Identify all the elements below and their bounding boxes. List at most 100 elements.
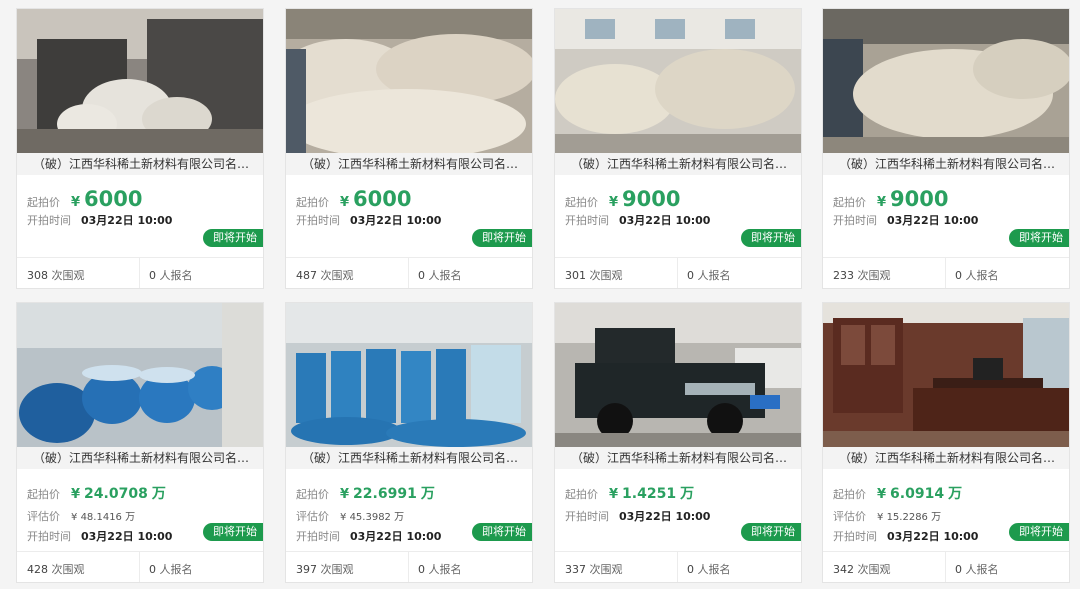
lot-title[interactable]: （破）江西华科稀土新材料有限公司名… [555, 447, 801, 469]
auction-card[interactable]: （破）江西华科稀土新材料有限公司名… 起拍价 ¥6000 开拍时间 03月22日 1… [285, 8, 533, 289]
start-time-label: 开拍时间 [27, 530, 71, 543]
footer-divider [139, 552, 140, 582]
status-badge: 即将开始 [203, 229, 263, 247]
footer-divider [945, 258, 946, 288]
view-count: 337 次围观 [565, 563, 623, 576]
status-badge: 即将开始 [741, 523, 801, 541]
card-footer: 233 次围观 0 人报名 [823, 257, 1069, 288]
status-badge: 即将开始 [203, 523, 263, 541]
lot-title[interactable]: （破）江西华科稀土新材料有限公司名… [555, 153, 801, 175]
footer-divider [408, 552, 409, 582]
start-price: ¥9000 [877, 187, 949, 211]
start-time: 03月22日 10:00 [887, 530, 979, 543]
lot-title[interactable]: （破）江西华科稀土新材料有限公司名… [286, 153, 532, 175]
card-footer: 308 次围观 0 人报名 [17, 257, 263, 288]
auction-card[interactable]: （破）江西华科稀土新材料有限公司名… 起拍价 ¥1.4251 万 开拍时间 03月22… [554, 302, 802, 583]
start-price-label: 起拍价 [296, 196, 329, 209]
card-footer: 337 次围观 0 人报名 [555, 551, 801, 582]
signup-count: 0 人报名 [955, 563, 999, 576]
lot-photo[interactable] [286, 303, 532, 447]
start-price: ¥24.0708 万 [71, 486, 166, 502]
card-footer: 342 次围观 0 人报名 [823, 551, 1069, 582]
lot-photo[interactable] [823, 9, 1069, 153]
start-price-label: 起拍价 [833, 196, 866, 209]
start-time-label: 开拍时间 [833, 214, 877, 227]
valuation-label: 评估价 [833, 510, 866, 523]
valuation: ¥ 15.2286 万 [877, 512, 942, 523]
view-count: 397 次围观 [296, 563, 354, 576]
start-time: 03月22日 10:00 [619, 510, 711, 523]
lot-photo[interactable] [823, 303, 1069, 447]
auction-card[interactable]: （破）江西华科稀土新材料有限公司名… 起拍价 ¥24.0708 万 评估价 ¥ 48.… [16, 302, 264, 583]
lot-title[interactable]: （破）江西华科稀土新材料有限公司名… [823, 153, 1069, 175]
valuation: ¥ 45.3982 万 [340, 512, 405, 523]
start-price-label: 起拍价 [833, 488, 866, 501]
signup-count: 0 人报名 [687, 269, 731, 282]
valuation-label: 评估价 [296, 510, 329, 523]
card-footer: 301 次围观 0 人报名 [555, 257, 801, 288]
lot-title[interactable]: （破）江西华科稀土新材料有限公司名… [17, 153, 263, 175]
auction-card[interactable]: （破）江西华科稀土新材料有限公司名… 起拍价 ¥22.6991 万 评估价 ¥ 45.… [285, 302, 533, 583]
status-badge: 即将开始 [741, 229, 801, 247]
start-time-label: 开拍时间 [565, 214, 609, 227]
lot-photo[interactable] [555, 9, 801, 153]
signup-count: 0 人报名 [687, 563, 731, 576]
view-count: 342 次围观 [833, 563, 891, 576]
start-price: ¥6000 [340, 187, 412, 211]
lot-photo[interactable] [17, 9, 263, 153]
lot-title[interactable]: （破）江西华科稀土新材料有限公司名… [823, 447, 1069, 469]
start-price-label: 起拍价 [565, 488, 598, 501]
footer-divider [408, 258, 409, 288]
start-price: ¥22.6991 万 [340, 486, 435, 502]
view-count: 428 次围观 [27, 563, 85, 576]
footer-divider [677, 258, 678, 288]
start-time-label: 开拍时间 [296, 214, 340, 227]
view-count: 308 次围观 [27, 269, 85, 282]
start-price-label: 起拍价 [296, 488, 329, 501]
lot-photo[interactable] [286, 9, 532, 153]
start-price-label: 起拍价 [565, 196, 598, 209]
lot-photo[interactable] [555, 303, 801, 447]
start-price: ¥6.0914 万 [877, 486, 963, 502]
footer-divider [139, 258, 140, 288]
view-count: 487 次围观 [296, 269, 354, 282]
signup-count: 0 人报名 [418, 269, 462, 282]
lot-title[interactable]: （破）江西华科稀土新材料有限公司名… [286, 447, 532, 469]
start-price: ¥9000 [609, 187, 681, 211]
start-time-label: 开拍时间 [565, 510, 609, 523]
view-count: 301 次围观 [565, 269, 623, 282]
auction-card[interactable]: （破）江西华科稀土新材料有限公司名… 起拍价 ¥9000 开拍时间 03月22日 1… [554, 8, 802, 289]
start-time: 03月22日 10:00 [81, 214, 173, 227]
start-price: ¥1.4251 万 [609, 486, 695, 502]
status-badge: 即将开始 [1009, 229, 1069, 247]
status-badge: 即将开始 [1009, 523, 1069, 541]
valuation-label: 评估价 [27, 510, 60, 523]
start-time-label: 开拍时间 [27, 214, 71, 227]
start-time: 03月22日 10:00 [350, 530, 442, 543]
start-price-label: 起拍价 [27, 488, 60, 501]
card-footer: 487 次围观 0 人报名 [286, 257, 532, 288]
signup-count: 0 人报名 [955, 269, 999, 282]
start-price: ¥6000 [71, 187, 143, 211]
auction-card[interactable]: （破）江西华科稀土新材料有限公司名… 起拍价 ¥9000 开拍时间 03月22日 1… [822, 8, 1070, 289]
signup-count: 0 人报名 [149, 563, 193, 576]
status-badge: 即将开始 [472, 523, 532, 541]
lot-photo[interactable] [17, 303, 263, 447]
view-count: 233 次围观 [833, 269, 891, 282]
footer-divider [677, 552, 678, 582]
footer-divider [945, 552, 946, 582]
start-time-label: 开拍时间 [296, 530, 340, 543]
start-time: 03月22日 10:00 [350, 214, 442, 227]
card-footer: 397 次围观 0 人报名 [286, 551, 532, 582]
lot-title[interactable]: （破）江西华科稀土新材料有限公司名… [17, 447, 263, 469]
start-time: 03月22日 10:00 [81, 530, 173, 543]
auction-card[interactable]: （破）江西华科稀土新材料有限公司名… 起拍价 ¥6.0914 万 评估价 ¥ 15.2… [822, 302, 1070, 583]
start-time: 03月22日 10:00 [619, 214, 711, 227]
start-price-label: 起拍价 [27, 196, 60, 209]
start-time: 03月22日 10:00 [887, 214, 979, 227]
card-footer: 428 次围观 0 人报名 [17, 551, 263, 582]
auction-card[interactable]: （破）江西华科稀土新材料有限公司名… 起拍价 ¥6000 开拍时间 03月22日 1… [16, 8, 264, 289]
signup-count: 0 人报名 [149, 269, 193, 282]
signup-count: 0 人报名 [418, 563, 462, 576]
valuation: ¥ 48.1416 万 [71, 512, 136, 523]
